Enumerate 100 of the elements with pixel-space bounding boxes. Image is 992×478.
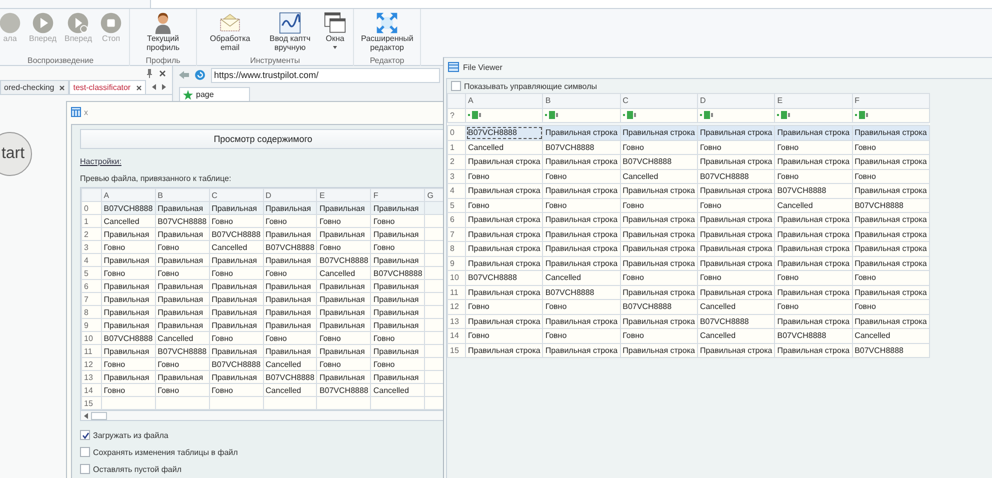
table-cell: Говно [542,300,620,314]
document-tab[interactable]: ored-checking [0,80,70,94]
column-header[interactable]: B [155,188,210,202]
table-cell: Говно [370,358,425,370]
table-row[interactable]: 4 Правильная Правильная Правильная Правильная B07VCH8888 Правильная [82,254,444,266]
settings-link[interactable]: Настройки: [80,157,122,166]
table-cell: Правильная строка [697,184,775,198]
row-header: 3 [448,169,466,184]
table-row[interactable]: 2 Правильная Правильная B07VCH8888 Правильная Правильная Правильная [82,228,444,240]
table-row[interactable]: 9 Правильная строка Правильная строка Правильная строка Правильная строка Правильная строка Правильная строка [448,256,930,270]
table-cell: Правильная [370,228,425,240]
row-header: 8 [448,242,466,256]
table-row[interactable]: 15 Правильная строка Правильная строка Правильная строка Правильная строка Правильная строка B07VCH8888 [448,343,930,358]
table-cell: Правильная строка [620,126,698,140]
table-row[interactable]: 12 Говно Говно B07VCH8888 Cancelled Говно Говно [448,300,930,314]
table-row[interactable]: 7 Правильная строка Правильная строка Правильная строка Правильная строка Правильная строка Правильная строка [448,227,930,242]
table-cell: Говно [620,140,698,154]
table-cell: Правильная строка [542,212,620,227]
toolbar-button[interactable]: Окна [321,11,350,48]
table-cell: B07VCH8888 [774,328,852,343]
close-icon [59,84,66,90]
table-row[interactable]: 13 Правильная строка Правильная строка Правильная строка B07VCH8888 Правильная строка Правильная строка [448,314,930,328]
column-header[interactable]: C [209,188,264,202]
table-row[interactable]: 8 Правильная строка Правильная строка Правильная строка Правильная строка Правильная строка Правильная строка [448,242,930,256]
column-header[interactable]: E [316,188,371,202]
table-row[interactable]: 9 Правильная Правильная Правильная Правильная Правильная Правильная [82,318,444,332]
table-cell: Правильная [101,254,156,266]
table-cell: Правильная [316,228,371,240]
start-button[interactable]: tart [0,132,32,176]
checkbox[interactable] [80,430,90,440]
table-cell: Говно [101,384,156,396]
table-cell: Правильная строка [774,242,852,256]
table-cell: Говно [209,266,264,280]
toolbar-button[interactable]: Текущий профиль [134,11,192,52]
column-header[interactable]: D [697,94,775,108]
table-row[interactable]: 10 B07VCH8888 Cancelled Говно Говно Говно Говно [448,270,930,285]
table-cell: Правильная [370,318,425,332]
table-cell: B07VCH8888 [316,254,371,266]
text-type-icon [545,111,560,120]
table-row[interactable]: 15 [82,396,444,410]
table-cell: Правильная [263,280,317,292]
column-header[interactable]: C [620,94,698,108]
table-row[interactable]: 3 Говно Говно Cancelled B07VCH8888 Говно Говно [448,169,930,184]
row-header: 4 [82,254,102,266]
browser-tab[interactable]: page [179,87,250,101]
view-content-button[interactable]: Просмотр содержимого [80,129,446,149]
table-row[interactable]: 3 Говно Говно Cancelled B07VCH8888 Говно Говно [82,240,444,254]
column-header[interactable]: A [101,188,156,202]
table-row[interactable]: 8 Правильная Правильная Правильная Правильная Правильная Правильная [82,306,444,318]
table-row[interactable]: 1 Cancelled B07VCH8888 Говно Говно Говно Говно [448,140,930,154]
table-row[interactable]: 14 Говно Говно Говно Cancelled B07VCH8888 Cancelled [82,384,444,396]
scrollbar-thumb[interactable] [91,412,107,420]
table-cell: Cancelled [370,384,425,396]
column-header[interactable]: D [263,188,317,202]
table-row[interactable]: 7 Правильная Правильная Правильная Правильная Правильная Правильная [82,292,444,306]
table-cell: Говно [263,266,317,280]
row-header: 13 [82,370,102,384]
column-header[interactable]: F [852,94,930,108]
table-row[interactable]: 14 Говно Говно Говно Cancelled B07VCH8888 Cancelled [448,328,930,343]
table-row[interactable]: 0 B07VCH8888 Правильная Правильная Правильная Правильная Правильная [82,202,444,214]
checkbox[interactable] [80,447,90,457]
table-row[interactable]: 4 Правильная строка Правильная строка Правильная строка Правильная строка B07VCH8888 Правильная строка [448,184,930,198]
column-header[interactable]: A [466,94,543,108]
table-row[interactable]: 5 Говно Говно Говно Говно Cancelled B07VCH8888 [82,266,444,280]
table-row[interactable]: 12 Говно Говно B07VCH8888 Cancelled Говно Говно [82,358,444,370]
toolbar-button[interactable]: Ввод каптч вручную [261,11,320,52]
row-header: 1 [82,214,102,228]
column-header[interactable]: E [774,94,852,108]
checkbox[interactable] [451,81,461,91]
table-cell: Правильная [316,344,371,358]
table-row[interactable]: 11 Правильная строка B07VCH8888 Правильная строка Правильная строка Правильная строка Правильная строка [448,285,930,300]
row-header: 9 [82,318,102,332]
table-cell: Правильная [209,370,264,384]
table-row[interactable]: 1 Cancelled B07VCH8888 Говно Говно Говно Говно [82,214,444,228]
table-cell: Говно [620,198,698,212]
table-cell: Говно [697,140,775,154]
toolbar-button[interactable]: Обработка email [201,11,260,52]
windows-icon [324,12,346,34]
table-row[interactable]: 10 B07VCH8888 Cancelled Говно Говно Говно Говно [82,332,444,344]
toolbar-button[interactable]: Расширенный редактор [358,11,416,52]
table-row[interactable]: 2 Правильная строка Правильная строка B07VCH8888 Правильная строка Правильная строка Правильная строка [448,154,930,169]
table-row[interactable]: 5 Говно Говно Говно Говно Cancelled B07VCH8888 [448,198,930,212]
column-header[interactable]: G [424,188,444,202]
column-header[interactable]: B [542,94,620,108]
table-row[interactable]: 13 Правильная Правильная Правильная B07VCH8888 Правильная Правильная [82,370,444,384]
table-cell: Говно [852,270,930,285]
column-header[interactable]: F [370,188,425,202]
table-cell: Правильная [370,292,425,306]
table-row[interactable]: 0 B07VCH8888 Правильная строка Правильная строка Правильная строка Правильная строка Правильная строка [448,126,930,140]
table-cell: Правильная строка [697,242,775,256]
document-tab[interactable]: test-classificator [69,80,146,94]
table-row[interactable]: 11 Правильная B07VCH8888 Правильная Правильная Правильная Правильная [82,344,444,358]
table-cell: Правильная строка [852,314,930,328]
table-row[interactable]: 6 Правильная Правильная Правильная Правильная Правильная Правильная [82,280,444,292]
url-field[interactable]: https://www.trustpilot.com/ [211,68,440,82]
table-row[interactable]: 6 Правильная строка Правильная строка Правильная строка Правильная строка Правильная строка Правильная строка [448,212,930,227]
checkbox[interactable] [80,464,90,474]
checkbox-label: Сохранять изменения таблицы в файл [93,448,238,456]
table-cell: Cancelled [466,140,543,154]
table-icon [448,62,459,72]
